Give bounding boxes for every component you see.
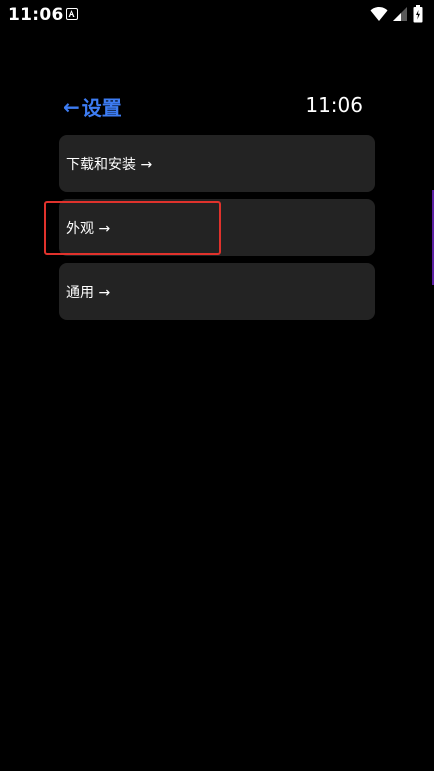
menu-item-label: 下载和安装 → — [66, 156, 153, 173]
back-button[interactable]: ← 设置 — [63, 92, 122, 121]
status-time: 11:06 — [8, 5, 64, 25]
menu-item-general[interactable]: 通用 → — [59, 263, 375, 320]
wifi-icon — [370, 6, 388, 26]
menu-item-label: 外观 → — [66, 220, 111, 237]
menu-item-download-install[interactable]: 下载和安装 → — [59, 135, 375, 192]
battery-icon — [413, 5, 423, 27]
menu-item-label: 通用 → — [66, 284, 111, 301]
signal-icon — [392, 6, 408, 26]
app-notification-icon — [66, 8, 78, 20]
page-title: 设置 — [81, 96, 122, 120]
back-arrow-icon: ← — [63, 94, 80, 119]
status-bar: 11:06 — [0, 0, 434, 30]
header-clock: 11:06 — [305, 93, 363, 117]
menu-item-appearance[interactable]: 外观 → — [59, 199, 375, 256]
